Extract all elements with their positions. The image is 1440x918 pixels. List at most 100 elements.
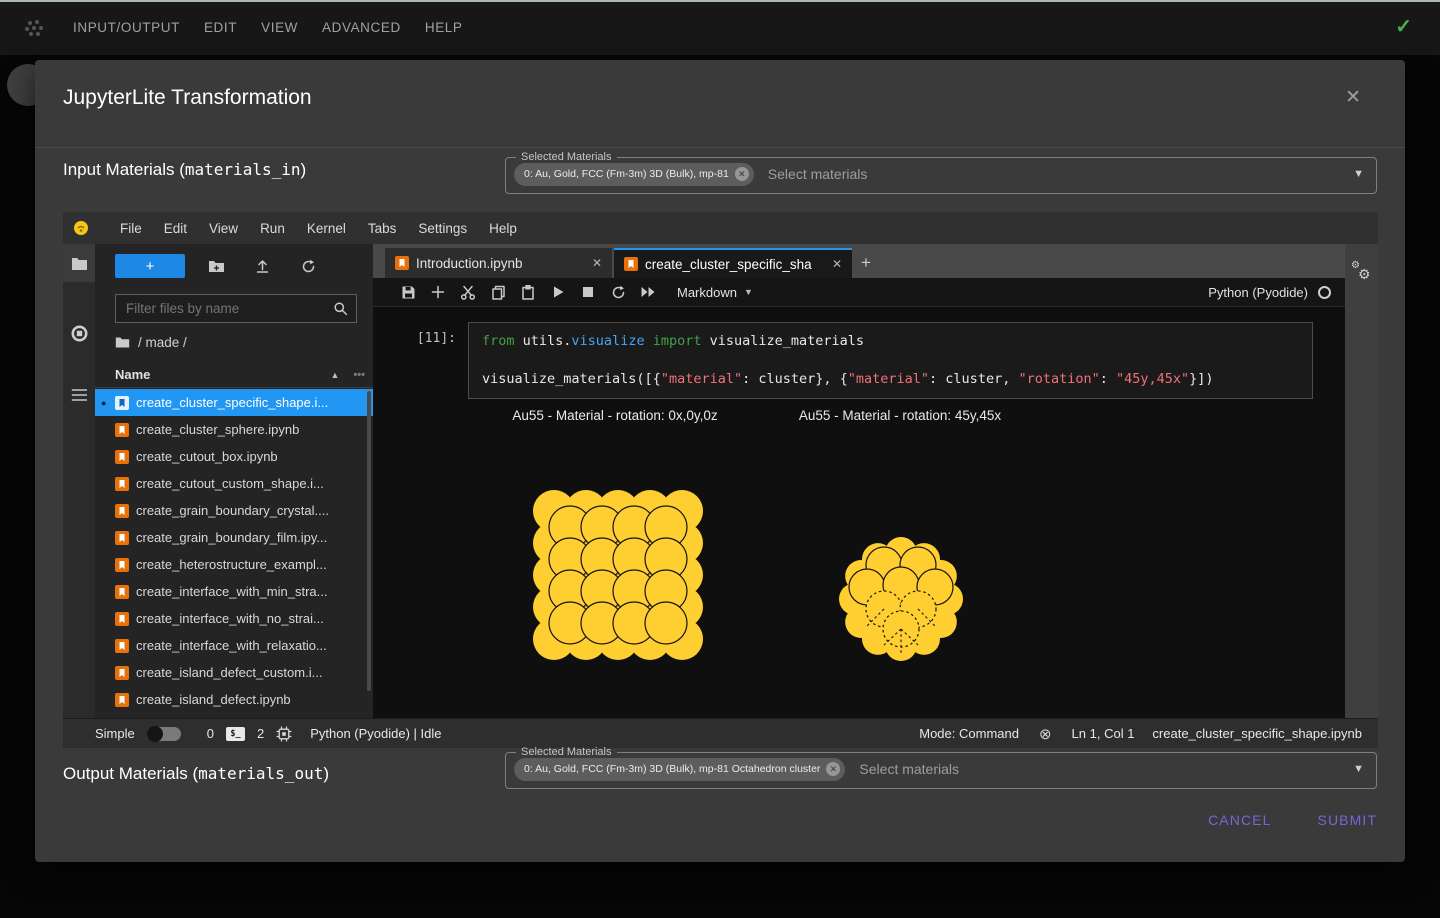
file-row[interactable]: ●create_cluster_specific_shape.i...: [95, 389, 373, 416]
upload-icon[interactable]: [250, 259, 274, 274]
select-materials-placeholder[interactable]: Select materials: [859, 761, 1353, 777]
run-cell-icon[interactable]: [543, 285, 573, 299]
jupyter-menu-run[interactable]: Run: [249, 221, 296, 236]
file-row[interactable]: ●create_interface_with_relaxatio...: [95, 632, 373, 659]
code-cell[interactable]: [11]: from utils.visualize import visual…: [373, 322, 1345, 399]
table-of-contents-tab[interactable]: [63, 376, 95, 414]
new-folder-icon[interactable]: [204, 259, 228, 274]
file-name: create_interface_with_min_stra...: [136, 584, 327, 599]
cancel-button[interactable]: CANCEL: [1208, 812, 1271, 828]
file-browser-tab[interactable]: [63, 244, 95, 282]
new-launcher-button[interactable]: +: [115, 254, 185, 278]
jupyter-menu-file[interactable]: File: [109, 221, 153, 236]
file-row[interactable]: ●create_cutout_custom_shape.i...: [95, 470, 373, 497]
cut-cells-icon[interactable]: [453, 285, 483, 300]
insert-cell-icon[interactable]: [423, 285, 453, 299]
notebook-icon: [115, 531, 129, 545]
close-tab-icon[interactable]: ✕: [592, 256, 602, 270]
jupyter-right-rail: ⚙⚙: [1345, 244, 1378, 718]
jupyter-menu-edit[interactable]: Edit: [153, 221, 198, 236]
terminals-count[interactable]: 0: [207, 726, 214, 741]
code-editor[interactable]: from utils.visualize import visualize_ma…: [468, 322, 1313, 399]
file-list-header[interactable]: Name ▲ •••: [95, 362, 373, 388]
add-tab-button[interactable]: +: [852, 248, 880, 278]
chip-remove-icon[interactable]: ✕: [735, 167, 749, 181]
input-materials-select[interactable]: Selected Materials 0: Au, Gold, FCC (Fm-…: [505, 151, 1377, 194]
app-menu-item-view[interactable]: VIEW: [261, 20, 298, 35]
file-row[interactable]: ●create_island_defect.ipynb: [95, 686, 373, 713]
output-materials-select[interactable]: Selected Materials 0: Au, Gold, FCC (Fm-…: [505, 746, 1377, 789]
restart-kernel-icon[interactable]: [603, 285, 633, 300]
cursor-position[interactable]: Ln 1, Col 1: [1072, 726, 1135, 741]
dot-spacer: ●: [101, 506, 115, 516]
file-row[interactable]: ●create_cluster_sphere.ipynb: [95, 416, 373, 443]
jupyter-menu-kernel[interactable]: Kernel: [296, 221, 357, 236]
dropdown-caret-icon[interactable]: ▼: [1353, 763, 1364, 775]
jupyter-menu-help[interactable]: Help: [478, 221, 528, 236]
file-list-scrollbar[interactable]: [367, 391, 371, 691]
trust-indicator-icon: ⊗: [1039, 725, 1052, 743]
kernel-status-text[interactable]: Python (Pyodide) | Idle: [310, 726, 441, 741]
copy-cells-icon[interactable]: [483, 285, 513, 300]
restart-run-all-icon[interactable]: [633, 286, 663, 298]
file-row[interactable]: ●create_cutout_box.ipynb: [95, 443, 373, 470]
file-row[interactable]: ●create_interface_with_no_strai...: [95, 605, 373, 632]
app-menu-item-help[interactable]: HELP: [425, 20, 463, 35]
select-materials-placeholder[interactable]: Select materials: [768, 166, 1353, 182]
paste-cells-icon[interactable]: [513, 285, 543, 300]
notebook-icon: [115, 504, 129, 518]
jupyterlite-transformation-dialog: JupyterLite Transformation ✕ Input Mater…: [35, 60, 1405, 862]
app-menu-item-edit[interactable]: EDIT: [204, 20, 237, 35]
screen: INPUT/OUTPUTEDITVIEWADVANCEDHELP ✓ •• Ju…: [0, 0, 1440, 918]
material-chip[interactable]: 0: Au, Gold, FCC (Fm-3m) 3D (Bulk), mp-8…: [514, 163, 754, 186]
running-kernels-tab[interactable]: [63, 314, 95, 352]
file-name: create_heterostructure_exampl...: [136, 557, 327, 572]
jupyterlite-logo-icon: [73, 220, 89, 236]
file-row[interactable]: ●create_island_defect_custom.i...: [95, 659, 373, 686]
jupyter-menu-settings[interactable]: Settings: [407, 221, 478, 236]
tab-introduction[interactable]: Introduction.ipynb ✕: [385, 248, 612, 278]
app-menu-item-advanced[interactable]: ADVANCED: [322, 20, 401, 35]
cell-type-dropdown[interactable]: Markdown ▼: [677, 285, 753, 300]
search-icon: [333, 301, 348, 316]
material-chip[interactable]: 0: Au, Gold, FCC (Fm-3m) 3D (Bulk), mp-8…: [514, 758, 845, 781]
input-materials-label: Input Materials (materials_in): [63, 160, 306, 180]
file-row[interactable]: ● create_grain_boundary_crystal....: [95, 497, 373, 524]
tab-create-cluster-specific-shape[interactable]: create_cluster_specific_sha ✕: [614, 248, 852, 278]
submit-button[interactable]: SUBMIT: [1318, 812, 1378, 828]
notebook-icon: [115, 693, 129, 707]
app-logo-dots-icon[interactable]: [22, 16, 46, 40]
file-row[interactable]: ●create_grain_boundary_film.ipy...: [95, 524, 373, 551]
chip-remove-icon[interactable]: ✕: [826, 762, 840, 776]
divider: [35, 147, 1405, 148]
dropdown-caret-icon[interactable]: ▼: [1353, 168, 1364, 180]
notebook-icon: [115, 450, 129, 464]
file-name: create_cluster_sphere.ipynb: [136, 422, 299, 437]
close-tab-icon[interactable]: ✕: [832, 257, 842, 271]
file-row[interactable]: ●create_interface_with_min_stra...: [95, 578, 373, 605]
notebook-icon: [624, 257, 638, 271]
notebook-icon: [115, 477, 129, 491]
app-top-bar: INPUT/OUTPUTEDITVIEWADVANCEDHELP ✓: [0, 0, 1440, 55]
jupyter-menu-view[interactable]: View: [198, 221, 249, 236]
jupyter-menu-tabs[interactable]: Tabs: [357, 221, 408, 236]
kernel-status-icon[interactable]: [1318, 286, 1331, 299]
refresh-files-icon[interactable]: [296, 259, 320, 274]
filter-files-input[interactable]: [126, 301, 333, 316]
breadcrumb[interactable]: / made /: [115, 335, 187, 350]
file-name: create_grain_boundary_crystal....: [136, 503, 329, 518]
simple-mode-toggle[interactable]: [147, 727, 181, 741]
file-row[interactable]: ●create_heterostructure_exampl...: [95, 551, 373, 578]
cluster-visualization-rotated: [826, 537, 976, 671]
command-mode-indicator[interactable]: Mode: Command: [919, 726, 1019, 741]
file-list: ●create_cluster_specific_shape.i...●crea…: [95, 389, 373, 713]
save-icon[interactable]: [393, 285, 423, 300]
stop-kernel-icon[interactable]: [573, 286, 603, 298]
dot-spacer: ●: [101, 452, 115, 462]
app-menu-item-input-output[interactable]: INPUT/OUTPUT: [73, 20, 180, 35]
dialog-actions: CANCEL SUBMIT: [1208, 812, 1377, 828]
filter-files-box[interactable]: [115, 294, 357, 323]
dialog-close-icon[interactable]: ✕: [1345, 86, 1361, 109]
kernel-name[interactable]: Python (Pyodide): [1208, 285, 1308, 300]
kernels-count[interactable]: 2: [257, 726, 264, 741]
